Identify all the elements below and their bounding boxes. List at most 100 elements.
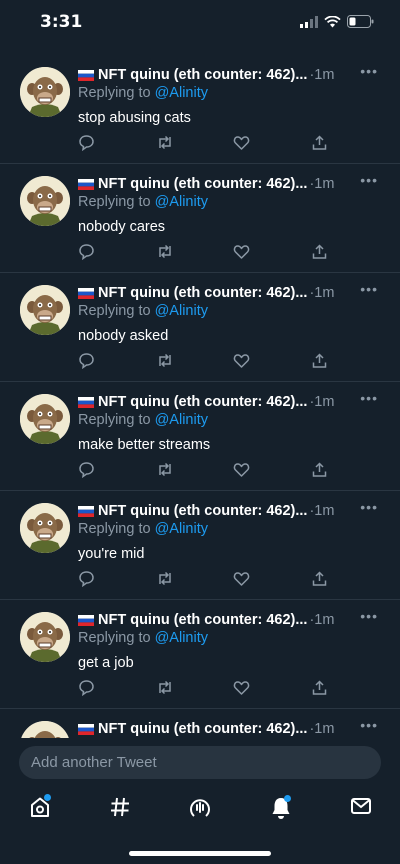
reply-to-handle[interactable]: @Alinity: [155, 630, 208, 646]
tweet-row[interactable]: NFT quinu (eth counter: 462)... ·1m ••• …: [0, 273, 400, 382]
tweet-time: ·1m: [309, 721, 335, 737]
ape-avatar-icon: [20, 394, 70, 444]
retweet-button[interactable]: [156, 461, 174, 483]
reply-button[interactable]: [78, 461, 95, 483]
tab-spaces[interactable]: [189, 796, 211, 825]
tweet-row[interactable]: NFT quinu (eth counter: 462)... ·1m ••• …: [0, 600, 400, 709]
status-time: 3:31: [40, 12, 83, 32]
more-options-icon[interactable]: •••: [360, 390, 378, 406]
russia-flag-icon: [78, 723, 94, 735]
tweet-row[interactable]: NFT quinu (eth counter: 462)... ·1m •••: [0, 709, 400, 738]
avatar[interactable]: [20, 394, 70, 444]
reply-button[interactable]: [78, 243, 95, 265]
reply-to-handle[interactable]: @Alinity: [155, 303, 208, 319]
more-options-icon[interactable]: •••: [360, 608, 378, 624]
reply-button[interactable]: [78, 570, 95, 592]
share-icon: [312, 680, 327, 695]
like-button[interactable]: [233, 352, 250, 374]
reply-button[interactable]: [78, 352, 95, 374]
like-button[interactable]: [233, 461, 250, 483]
tweet-author[interactable]: NFT quinu (eth counter: 462)...: [98, 394, 307, 410]
reply-to-handle[interactable]: @Alinity: [155, 85, 208, 101]
more-options-icon[interactable]: •••: [360, 172, 378, 188]
share-icon: [312, 244, 327, 259]
tweet-author[interactable]: NFT quinu (eth counter: 462)...: [98, 612, 307, 628]
share-button[interactable]: [311, 570, 328, 592]
retweet-button[interactable]: [156, 243, 174, 265]
tab-notifications[interactable]: [270, 795, 292, 825]
reply-to-handle[interactable]: @Alinity: [155, 194, 208, 210]
replying-to: Replying to @Alinity: [78, 194, 208, 210]
retweet-icon: [159, 680, 171, 695]
russia-flag-icon: [78, 178, 94, 190]
retweet-button[interactable]: [156, 570, 174, 592]
tweet-actions: [78, 461, 338, 481]
tweet-row[interactable]: NFT quinu (eth counter: 462)... ·1m ••• …: [0, 491, 400, 600]
avatar[interactable]: [20, 721, 70, 738]
tweet-author[interactable]: NFT quinu (eth counter: 462)...: [98, 503, 307, 519]
tweet-author[interactable]: NFT quinu (eth counter: 462)...: [98, 176, 307, 192]
reply-icon: [79, 244, 94, 261]
tweet-time: ·1m: [309, 176, 335, 192]
tab-bar: [0, 790, 400, 830]
share-button[interactable]: [311, 679, 328, 701]
ape-avatar-icon: [20, 176, 70, 226]
tweet-row[interactable]: NFT quinu (eth counter: 462)... ·1m ••• …: [0, 164, 400, 273]
tweet-author[interactable]: NFT quinu (eth counter: 462)...: [98, 67, 307, 83]
tab-messages[interactable]: [350, 796, 372, 821]
like-button[interactable]: [233, 243, 250, 265]
tweet-author[interactable]: NFT quinu (eth counter: 462)...: [98, 285, 307, 301]
avatar[interactable]: [20, 67, 70, 117]
add-tweet-input[interactable]: Add another Tweet: [19, 746, 381, 779]
replying-to-label: Replying to: [78, 85, 151, 101]
tweet-header: NFT quinu (eth counter: 462)... ·1m: [78, 65, 378, 85]
share-button[interactable]: [311, 134, 328, 156]
like-button[interactable]: [233, 679, 250, 701]
replying-to: Replying to @Alinity: [78, 85, 208, 101]
cellular-signal-icon: [300, 15, 318, 28]
avatar[interactable]: [20, 176, 70, 226]
avatar[interactable]: [20, 612, 70, 662]
tweet-row[interactable]: NFT quinu (eth counter: 462)... ·1m ••• …: [0, 55, 400, 164]
reply-button[interactable]: [78, 134, 95, 156]
tab-explore[interactable]: [109, 796, 131, 823]
russia-flag-icon: [78, 505, 94, 517]
share-icon: [312, 571, 327, 586]
tab-home[interactable]: [29, 794, 51, 823]
reply-to-handle[interactable]: @Alinity: [155, 412, 208, 428]
share-icon: [312, 135, 327, 150]
avatar[interactable]: [20, 285, 70, 335]
replying-to-label: Replying to: [78, 521, 151, 537]
retweet-button[interactable]: [156, 134, 174, 156]
avatar[interactable]: [20, 503, 70, 553]
tweet-row[interactable]: NFT quinu (eth counter: 462)... ·1m ••• …: [0, 382, 400, 491]
more-options-icon[interactable]: •••: [360, 63, 378, 79]
share-icon: [312, 353, 327, 368]
retweet-button[interactable]: [156, 679, 174, 701]
russia-flag-icon: [78, 69, 94, 81]
wifi-icon: [324, 15, 341, 27]
reply-icon: [79, 135, 94, 152]
more-options-icon[interactable]: •••: [360, 281, 378, 297]
home-badge-dot: [44, 794, 51, 801]
russia-flag-icon: [78, 287, 94, 299]
russia-flag-icon: [78, 396, 94, 408]
share-button[interactable]: [311, 243, 328, 265]
retweet-button[interactable]: [156, 352, 174, 374]
tweet-author[interactable]: NFT quinu (eth counter: 462)...: [98, 721, 307, 737]
retweet-icon: [159, 353, 171, 368]
reply-thread[interactable]: NFT quinu (eth counter: 462)... ·1m ••• …: [0, 55, 400, 738]
heart-icon: [233, 245, 250, 259]
like-button[interactable]: [233, 570, 250, 592]
more-options-icon[interactable]: •••: [360, 499, 378, 515]
like-button[interactable]: [233, 134, 250, 156]
more-options-icon[interactable]: •••: [360, 717, 378, 733]
share-button[interactable]: [311, 352, 328, 374]
tweet-header: NFT quinu (eth counter: 462)... ·1m: [78, 283, 378, 303]
tweet-header: NFT quinu (eth counter: 462)... ·1m: [78, 174, 378, 194]
reply-button[interactable]: [78, 679, 95, 701]
share-button[interactable]: [311, 461, 328, 483]
reply-to-handle[interactable]: @Alinity: [155, 521, 208, 537]
reply-icon: [79, 571, 94, 588]
replying-to-label: Replying to: [78, 412, 151, 428]
